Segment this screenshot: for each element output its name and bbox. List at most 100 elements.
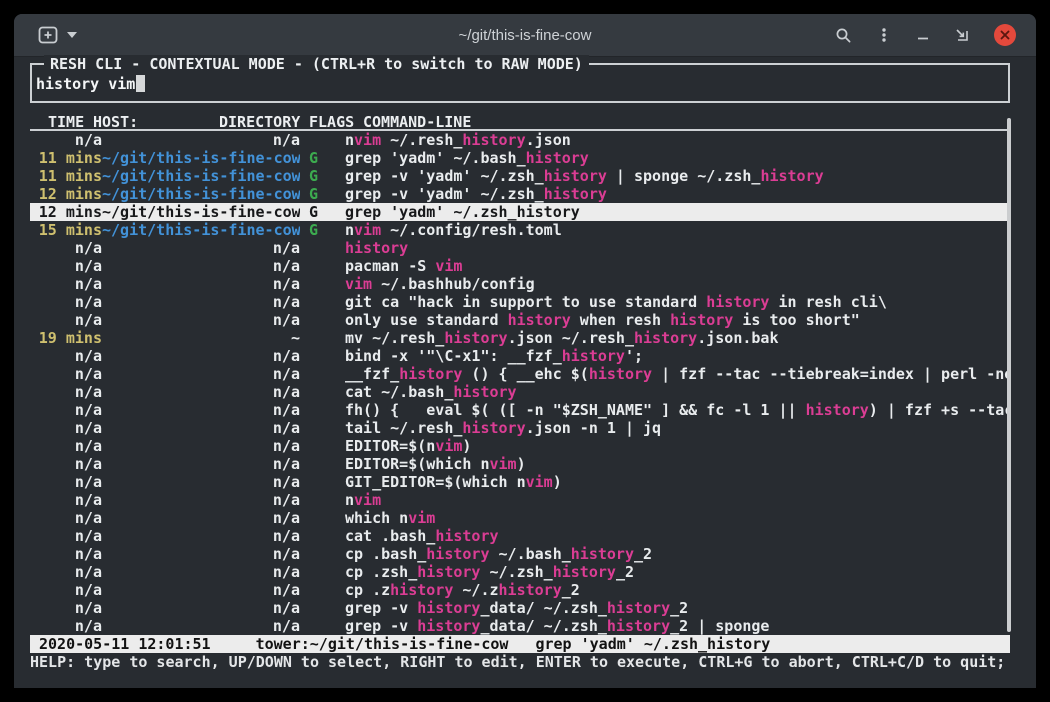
command-segment: __fzf_ (345, 365, 399, 383)
row-command: grep 'yadm' ~/.zsh_history (345, 203, 1010, 221)
row-flags (300, 545, 345, 563)
row-time: n/a (30, 509, 102, 527)
history-row[interactable]: n/an/abind -x '"\C-x1": __fzf_history'; (30, 347, 1010, 365)
search-box[interactable]: RESH CLI - CONTEXTUAL MODE - (CTRL+R to … (30, 63, 1010, 103)
command-segment: .json -n 1 | jq (526, 419, 661, 437)
titlebar-right-group (835, 24, 1036, 46)
history-row[interactable]: 11 mins~/git/this-is-fine-cowGgrep -v 'y… (30, 167, 1010, 185)
row-flags (300, 401, 345, 419)
history-row[interactable]: n/an/agrep -v history_data/ ~/.zsh_histo… (30, 617, 1010, 635)
history-row[interactable]: n/an/apacman -S vim (30, 257, 1010, 275)
row-flags (300, 131, 345, 149)
command-match-segment: history (760, 167, 823, 185)
history-row[interactable]: 11 mins~/git/this-is-fine-cowGgrep 'yadm… (30, 149, 1010, 167)
history-row[interactable]: n/an/anvim (30, 491, 1010, 509)
command-segment: fh() { eval $( ([ -n "$ZSH_NAME" ] && fc… (345, 401, 806, 419)
restore-button[interactable] (954, 27, 970, 43)
row-time: n/a (30, 617, 102, 635)
history-row[interactable]: 12 mins~/git/this-is-fine-cowGgrep -v 'y… (30, 185, 1010, 203)
command-segment: grep 'yadm' ~/.zsh_history (345, 203, 580, 221)
row-command: nvim ~/.resh_history.json (345, 131, 1010, 149)
history-row[interactable]: n/an/anvim ~/.resh_history.json (30, 131, 1010, 149)
command-match-segment: vim (354, 131, 381, 149)
row-directory: n/a (102, 581, 300, 599)
command-segment: _data/ ~/.zsh_ (480, 599, 606, 617)
history-row-selected[interactable]: 12 mins~/git/this-is-fine-cowGgrep 'yadm… (30, 203, 1010, 221)
row-directory: n/a (102, 527, 300, 545)
row-flags (300, 257, 345, 275)
row-command: fh() { eval $( ([ -n "$ZSH_NAME" ] && fc… (345, 401, 1010, 419)
row-flags (300, 455, 345, 473)
row-command: cat ~/.bash_history (345, 383, 1010, 401)
row-time: n/a (30, 563, 102, 581)
row-directory: n/a (102, 617, 300, 635)
row-directory: ~/git/this-is-fine-cow (102, 149, 300, 167)
history-row[interactable]: n/an/agrep -v history_data/ ~/.zsh_histo… (30, 599, 1010, 617)
command-segment: ~/.bashhub/config (372, 275, 535, 293)
command-match-segment: history (444, 329, 507, 347)
command-match-segment: history (417, 617, 480, 635)
command-segment: cat ~/.bash_ (345, 383, 453, 401)
command-match-segment: vim (435, 257, 462, 275)
row-time: 19 mins (30, 329, 102, 347)
history-row[interactable]: n/an/acp .bash_history ~/.bash_history_2 (30, 545, 1010, 563)
history-row[interactable]: n/an/acat ~/.bash_history (30, 383, 1010, 401)
history-row[interactable]: n/an/aEDITOR=$(which nvim) (30, 455, 1010, 473)
search-query[interactable]: history vim (36, 75, 135, 93)
command-match-segment: history (607, 617, 670, 635)
history-row[interactable]: n/an/agit ca "hack in support to use sta… (30, 293, 1010, 311)
row-command: EDITOR=$(nvim) (345, 437, 1010, 455)
command-segment: .json.bak (697, 329, 778, 347)
history-row[interactable]: n/an/afh() { eval $( ([ -n "$ZSH_NAME" ]… (30, 401, 1010, 419)
scrollbar[interactable] (1007, 118, 1011, 632)
row-directory: n/a (102, 131, 300, 149)
history-row[interactable]: n/an/aGIT_EDITOR=$(which nvim) (30, 473, 1010, 491)
history-row[interactable]: 19 mins~mv ~/.resh_history.json ~/.resh_… (30, 329, 1010, 347)
row-command: pacman -S vim (345, 257, 1010, 275)
command-segment: is too short" (733, 311, 859, 329)
row-time: n/a (30, 581, 102, 599)
search-icon[interactable] (835, 27, 852, 44)
row-command: only use standard history when resh hist… (345, 311, 1010, 329)
col-header-directory: DIRECTORY (219, 113, 300, 131)
row-time: n/a (30, 275, 102, 293)
row-time: n/a (30, 473, 102, 491)
status-host-dir: tower:~/git/this-is-fine-cow (256, 635, 509, 653)
new-tab-icon[interactable] (38, 26, 58, 44)
history-row[interactable]: n/an/a__fzf_history () { __ehc $(history… (30, 365, 1010, 383)
history-row[interactable]: n/an/acp .zhistory ~/.zhistory_2 (30, 581, 1010, 599)
command-match-segment: history (499, 581, 562, 599)
history-row[interactable]: n/an/avim ~/.bashhub/config (30, 275, 1010, 293)
new-tab-dropdown-caret-icon[interactable] (67, 32, 77, 38)
command-segment: () { __ehc $( (462, 365, 588, 383)
history-table-body: n/an/anvim ~/.resh_history.json11 mins~/… (30, 131, 1010, 635)
row-flags (300, 491, 345, 509)
close-button[interactable] (994, 24, 1016, 46)
command-match-segment: history (508, 311, 571, 329)
row-command: grep -v 'yadm' ~/.zsh_history | sponge ~… (345, 167, 1010, 185)
command-segment: ~/.z (453, 581, 498, 599)
command-segment: _data/ ~/.zsh_ (480, 617, 606, 635)
command-segment: | fzf --tac --tiebreak=index | perl -ne (652, 365, 1010, 383)
row-directory: ~/git/this-is-fine-cow (102, 167, 300, 185)
history-row[interactable]: n/an/ahistory (30, 239, 1010, 257)
row-command: nvim ~/.config/resh.toml (345, 221, 1010, 239)
kebab-menu-icon[interactable] (876, 26, 892, 44)
command-segment: git ca "hack in support to use standard (345, 293, 706, 311)
history-row[interactable]: n/an/acp .zsh_history ~/.zsh_history_2 (30, 563, 1010, 581)
minimize-button[interactable] (916, 27, 930, 43)
row-command: vim ~/.bashhub/config (345, 275, 1010, 293)
row-time: n/a (30, 347, 102, 365)
row-command: nvim (345, 491, 1010, 509)
history-row[interactable]: 15 mins~/git/this-is-fine-cowGnvim ~/.co… (30, 221, 1010, 239)
history-row[interactable]: n/an/atail ~/.resh_history.json -n 1 | j… (30, 419, 1010, 437)
history-row[interactable]: n/an/aonly use standard history when res… (30, 311, 1010, 329)
history-row[interactable]: n/an/awhich nvim (30, 509, 1010, 527)
command-segment: grep 'yadm' ~/.bash_ (345, 149, 526, 167)
history-row[interactable]: n/an/acat .bash_history (30, 527, 1010, 545)
command-segment: only use standard (345, 311, 508, 329)
command-segment: ) (517, 455, 526, 473)
row-flags (300, 563, 345, 581)
col-header-host: HOST: (93, 113, 138, 131)
history-row[interactable]: n/an/aEDITOR=$(nvim) (30, 437, 1010, 455)
